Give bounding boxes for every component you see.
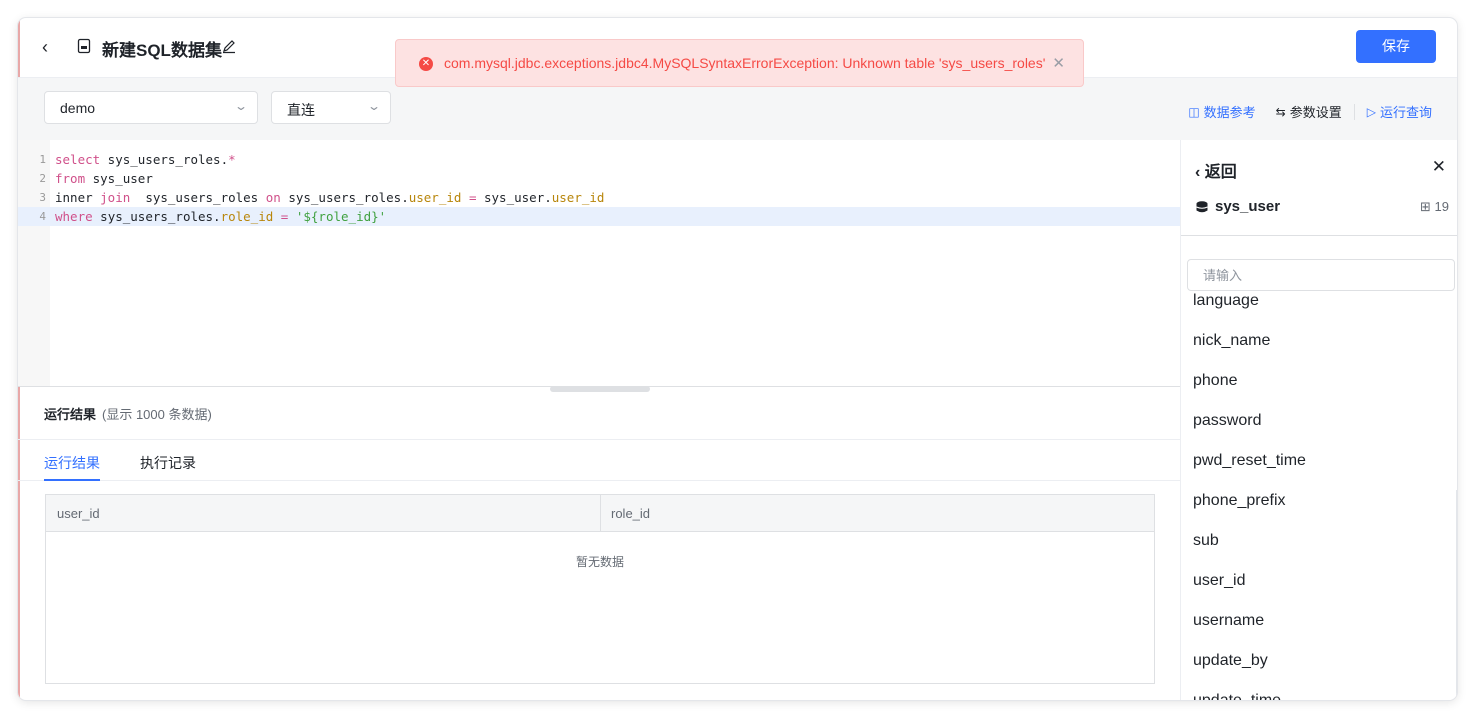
- line-number: 3: [39, 191, 46, 204]
- error-message: com.mysql.jdbc.exceptions.jdbc4.MySQLSyn…: [444, 55, 1046, 71]
- code-line[interactable]: 3 inner join sys_users_roles on sys_users…: [18, 188, 1180, 207]
- field-list-item[interactable]: language: [1193, 292, 1259, 310]
- tab-run-results[interactable]: 运行结果: [44, 453, 100, 473]
- code-token: sys_users_roles.: [280, 190, 409, 205]
- tab-execution-history[interactable]: 执行记录: [140, 453, 196, 473]
- code-token: sys_user: [85, 171, 153, 186]
- run-query-label: 运行查询: [1379, 105, 1432, 120]
- code-token: role_id: [220, 209, 274, 224]
- code-line[interactable]: 4 where sys_users_roles.role_id = '${role…: [18, 207, 1180, 226]
- field-count-value: 19: [1434, 199, 1449, 214]
- close-icon[interactable]: ✕: [1432, 157, 1446, 177]
- connection-mode-select[interactable]: 直连 ⌄: [271, 91, 391, 124]
- field-search-input[interactable]: [1187, 259, 1455, 291]
- data-reference-panel: ‹ 返回 ✕ sys_user ⊞ 19 language nick_nameph…: [1180, 140, 1457, 700]
- results-table: user_id role_id 暂无数据: [45, 494, 1155, 684]
- field-list-item[interactable]: update_by: [1193, 652, 1268, 670]
- results-title: 运行结果: [44, 407, 97, 422]
- page-title: 新建SQL数据集: [102, 41, 222, 60]
- sql-file-icon: [77, 38, 91, 54]
- code-token: user_id: [551, 190, 605, 205]
- code-text: from sys_user: [55, 169, 153, 188]
- panel-table-name: sys_user: [1195, 198, 1280, 215]
- table-header: user_id role_id: [46, 495, 1154, 532]
- resize-handle[interactable]: [550, 386, 650, 392]
- code-token: where: [55, 209, 93, 224]
- column-header-role-id[interactable]: role_id: [611, 506, 650, 521]
- data-reference-icon: ◫: [1188, 104, 1200, 119]
- empty-state-text: 暂无数据: [575, 555, 624, 569]
- line-number: 4: [39, 210, 46, 223]
- field-list-item[interactable]: username: [1193, 612, 1264, 630]
- error-circle-icon: ✕: [419, 57, 433, 71]
- code-token: sys_users_roles.: [100, 152, 229, 167]
- field-list-item[interactable]: user_id: [1193, 572, 1245, 590]
- code-token: on: [265, 190, 281, 205]
- play-circle-icon: ▷: [1366, 104, 1376, 119]
- datasource-select[interactable]: demo ⌄: [44, 91, 258, 124]
- dataset-editor-window: ‹ 新建SQL数据集 保存 demo ⌄ 直连 ⌄ ◫ 数据参考 ⇆ 参数设置 …: [18, 18, 1457, 700]
- table-name-text: sys_user: [1215, 198, 1281, 215]
- code-token: select: [55, 152, 101, 167]
- sliders-icon: ⇆: [1275, 104, 1286, 119]
- field-list-item[interactable]: nick_name: [1193, 332, 1270, 350]
- panel-back-button[interactable]: ‹ 返回: [1195, 158, 1237, 182]
- line-number: 1: [39, 153, 46, 166]
- code-line[interactable]: 2 from sys_user: [18, 169, 1180, 188]
- field-list-item[interactable]: phone: [1193, 372, 1238, 390]
- data-reference-label: 数据参考: [1203, 105, 1256, 120]
- code-token: sys_users_roles.: [92, 209, 221, 224]
- data-reference-button[interactable]: ◫ 数据参考: [1188, 102, 1255, 121]
- sql-editor[interactable]: 1 select sys_users_roles.* 2 from sys_user 3…: [18, 140, 1180, 386]
- field-list-item[interactable]: password: [1193, 412, 1261, 430]
- code-token: sys_users_roles: [130, 190, 266, 205]
- line-number: 2: [39, 172, 46, 185]
- chevron-down-icon: ⌄: [233, 99, 249, 113]
- field-count: ⊞ 19: [1420, 199, 1449, 215]
- field-list-item[interactable]: phone_prefix: [1193, 492, 1286, 510]
- code-token: join: [100, 190, 131, 205]
- field-list-item[interactable]: update_time: [1193, 692, 1281, 700]
- toolbar-divider: [1353, 103, 1355, 120]
- panel-back-label: 返回: [1204, 164, 1237, 181]
- code-text: select sys_users_roles.*: [55, 150, 236, 169]
- chevron-down-icon: ⌄: [366, 99, 382, 113]
- back-icon[interactable]: ‹: [42, 37, 48, 58]
- params-settings-label: 参数设置: [1289, 105, 1342, 120]
- save-button[interactable]: 保存: [1356, 30, 1436, 63]
- run-query-button[interactable]: ▷ 运行查询: [1367, 102, 1432, 121]
- toolbar-actions: ◫ 数据参考 ⇆ 参数设置 ▷ 运行查询: [1188, 102, 1432, 121]
- code-text: inner join sys_users_roles on sys_users_…: [55, 188, 604, 207]
- toolbar: demo ⌄ 直连 ⌄ ◫ 数据参考 ⇆ 参数设置 ▷ 运行查询: [18, 78, 1457, 140]
- connection-mode-value: 直连: [287, 102, 315, 118]
- close-icon[interactable]: ✕: [1052, 54, 1065, 72]
- error-toast: ✕ com.mysql.jdbc.exceptions.jdbc4.MySQLS…: [395, 39, 1084, 87]
- results-subtitle: (显示 1000 条数据): [102, 407, 212, 422]
- database-icon: [1196, 200, 1208, 212]
- field-list-item[interactable]: sub: [1193, 532, 1219, 550]
- params-settings-button[interactable]: ⇆ 参数设置: [1276, 102, 1342, 121]
- results-heading: 运行结果 (显示 1000 条数据): [44, 404, 212, 423]
- code-token: user_id: [408, 190, 462, 205]
- code-token: inner: [55, 190, 101, 205]
- datasource-value: demo: [60, 100, 96, 116]
- field-list-item[interactable]: pwd_reset_time: [1193, 452, 1306, 470]
- code-token: from: [55, 171, 86, 186]
- active-tab-indicator: [44, 479, 100, 481]
- results-tabs: 运行结果 执行记录: [18, 439, 1180, 481]
- column-divider: [600, 495, 601, 532]
- code-token: *: [228, 152, 236, 167]
- pencil-icon[interactable]: [221, 38, 237, 54]
- code-token: '${role_id}': [295, 209, 387, 224]
- code-line[interactable]: 1 select sys_users_roles.*: [18, 150, 1180, 169]
- code-token: sys_user.: [476, 190, 552, 205]
- column-header-user-id[interactable]: user_id: [57, 506, 100, 521]
- scrollbar[interactable]: [1456, 490, 1457, 700]
- panel-divider: [1181, 235, 1457, 236]
- table-grid-icon: ⊞: [1420, 199, 1431, 214]
- code-text: where sys_users_roles.role_id = '${role_…: [55, 207, 386, 226]
